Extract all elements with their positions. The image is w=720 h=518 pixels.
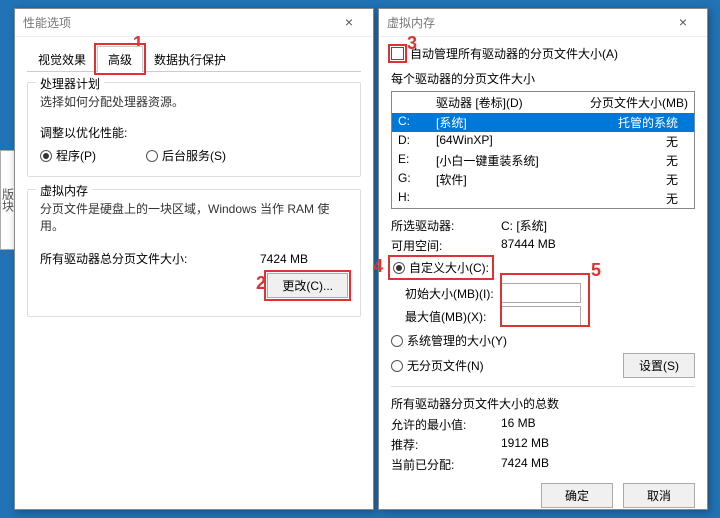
change-button[interactable]: 更改(C)... [267, 273, 348, 298]
cur-value: 7424 MB [501, 456, 549, 473]
tab-bar: 视觉效果 高级 数据执行保护 [27, 45, 361, 72]
tab-dep[interactable]: 数据执行保护 [143, 46, 237, 72]
virtual-memory-dialog: 虚拟内存 × 3 自动管理所有驱动器的分页文件大小(A) 每个驱动器的分页文件大… [378, 8, 708, 510]
annotation-3: 3 [407, 33, 417, 54]
initial-size-label: 初始大小(MB)(I): [391, 285, 501, 302]
max-size-input[interactable] [501, 306, 581, 326]
radio-system-managed[interactable]: 系统管理的大小(Y) [391, 332, 695, 349]
available-label: 可用空间: [391, 237, 501, 254]
selected-drive-label: 所选驱动器: [391, 217, 501, 234]
titlebar: 性能选项 × [15, 9, 373, 37]
annotation-4: 4 [373, 256, 383, 277]
vm-total-value: 7424 MB [260, 252, 308, 266]
rec-label: 推荐: [391, 436, 501, 453]
annotation-5: 5 [591, 260, 601, 281]
auto-manage-checkbox[interactable] [391, 47, 404, 60]
group-title: 虚拟内存 [36, 182, 92, 199]
cancel-button[interactable]: 取消 [623, 483, 695, 508]
drive-row[interactable]: E:[小白一键重装系统]无 [392, 151, 694, 170]
radio-no-paging[interactable]: 无分页文件(N) [391, 357, 484, 374]
close-icon[interactable]: × [329, 11, 369, 35]
radio-programs[interactable]: 程序(P) [40, 147, 96, 164]
annotation-2: 2 [256, 273, 266, 294]
totals-title: 所有驱动器分页文件大小的总数 [391, 395, 695, 412]
dialog-title: 虚拟内存 [387, 14, 435, 31]
cpu-desc: 选择如何分配处理器资源。 [40, 93, 348, 110]
initial-size-input[interactable] [501, 283, 581, 303]
drive-list[interactable]: 驱动器 [卷标](D) 分页文件大小(MB) C:[系统]托管的系统D:[64W… [391, 91, 695, 209]
drive-row[interactable]: D:[64WinXP]无 [392, 132, 694, 151]
virtual-memory-group: 虚拟内存 分页文件是硬盘上的一块区域，Windows 当作 RAM 使用。 所有… [27, 189, 361, 317]
set-button[interactable]: 设置(S) [623, 353, 695, 378]
cpu-scheduling-group: 处理器计划 选择如何分配处理器资源。 调整以优化性能: 程序(P) 后台服务(S… [27, 82, 361, 177]
radio-icon [391, 360, 403, 372]
max-size-label: 最大值(MB)(X): [391, 308, 501, 325]
titlebar: 虚拟内存 × [379, 9, 707, 37]
radio-icon [146, 150, 158, 162]
available-value: 87444 MB [501, 237, 556, 254]
radio-icon [391, 335, 403, 347]
adjust-label: 调整以优化性能: [40, 124, 348, 141]
radio-services[interactable]: 后台服务(S) [146, 147, 226, 164]
tab-advanced[interactable]: 高级 [97, 46, 143, 72]
radio-icon [393, 262, 405, 274]
each-drive-label: 每个驱动器的分页文件大小 [391, 70, 695, 87]
radio-icon [40, 150, 52, 162]
ok-button[interactable]: 确定 [541, 483, 613, 508]
vm-desc: 分页文件是硬盘上的一块区域，Windows 当作 RAM 使用。 [40, 200, 348, 234]
drive-row[interactable]: C:[系统]托管的系统 [392, 113, 694, 132]
dialog-title: 性能选项 [23, 14, 71, 31]
selected-drive-value: C: [系统] [501, 217, 547, 234]
drive-row[interactable]: H:无 [392, 189, 694, 208]
tab-visual[interactable]: 视觉效果 [27, 46, 97, 72]
performance-options-dialog: 性能选项 × 1 视觉效果 高级 数据执行保护 处理器计划 选择如何分配处理器资… [14, 8, 374, 510]
rec-value: 1912 MB [501, 436, 549, 453]
min-value: 16 MB [501, 416, 536, 433]
group-title: 处理器计划 [36, 75, 104, 92]
drive-row[interactable]: G:[软件]无 [392, 170, 694, 189]
vm-total-label: 所有驱动器总分页文件大小: [40, 250, 187, 267]
min-label: 允许的最小值: [391, 416, 501, 433]
close-icon[interactable]: × [663, 11, 703, 35]
radio-custom-size[interactable]: 自定义大小(C): [391, 258, 491, 277]
cur-label: 当前已分配: [391, 456, 501, 473]
auto-manage-label: 自动管理所有驱动器的分页文件大小(A) [410, 45, 618, 62]
drive-list-header: 驱动器 [卷标](D) 分页文件大小(MB) [392, 92, 694, 113]
